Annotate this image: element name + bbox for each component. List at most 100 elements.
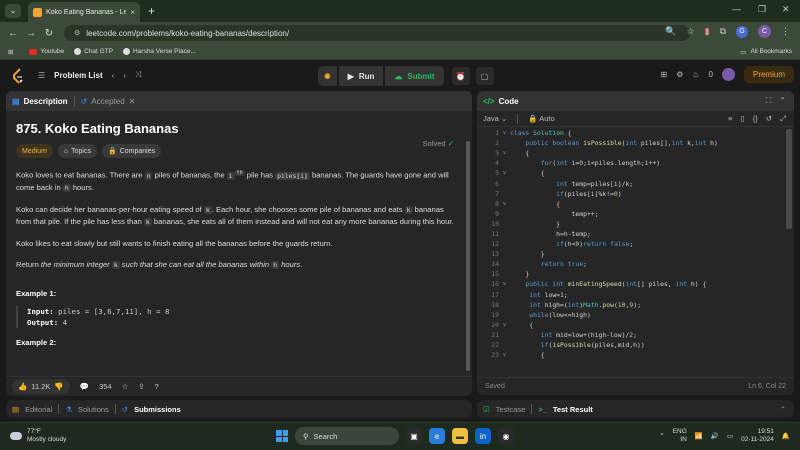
expand-icon[interactable]: ⤢ (780, 114, 786, 124)
file-explorer-icon[interactable]: ▬ (452, 428, 468, 444)
notes-icon[interactable]: ▢ (475, 67, 494, 85)
extension-icon-1[interactable]: ▮ (705, 26, 710, 37)
fold-chevron-icon[interactable]: v (499, 281, 510, 287)
bookmark-harsha[interactable]: Harsha Verse Place... (122, 48, 196, 55)
timer-icon[interactable]: ⏰ (451, 67, 470, 85)
browser-tab-active[interactable]: Koko Eating Bananas - LeetCode × (28, 2, 140, 22)
description-scrollbar[interactable] (466, 141, 470, 371)
reload-icon[interactable]: ↻ (40, 28, 58, 39)
wifi-icon[interactable]: 📶 (695, 432, 703, 440)
browser-menu-icon[interactable]: ⋮ (781, 26, 790, 37)
reset-icon[interactable]: ↺ (766, 114, 772, 124)
code-line[interactable]: 20 v { (477, 320, 794, 330)
code-line[interactable]: 15 } (477, 269, 794, 279)
taskbar-search[interactable]: ⚲ Search (295, 427, 399, 445)
fold-chevron-icon[interactable]: v (499, 130, 510, 136)
bookmark-star-icon[interactable]: ☆ (687, 26, 695, 37)
premium-button[interactable]: Premium (743, 66, 794, 83)
code-line[interactable]: 23 v { (477, 350, 794, 360)
tab-description[interactable]: ▤ Description (12, 97, 68, 106)
weather-widget[interactable]: 77°F Mostly cloudy (10, 428, 66, 444)
expand-chevron-icon[interactable]: ⌃ (780, 405, 786, 414)
code-line[interactable]: 1 v class Solution { (477, 128, 794, 138)
code-line[interactable]: 10 } (477, 219, 794, 229)
fold-chevron-icon[interactable]: v (499, 201, 510, 207)
extensions-puzzle-icon[interactable]: ⧉ (720, 26, 726, 37)
tab-solutions[interactable]: Solutions (78, 405, 109, 414)
tray-chevron-icon[interactable]: ⌃ (659, 432, 664, 440)
code-line[interactable]: 12 if(h<0)return false; (477, 239, 794, 249)
code-line[interactable]: 2 public boolean isPossible(int piles[],… (477, 138, 794, 148)
minimize-icon[interactable]: — (732, 4, 741, 14)
tab-code[interactable]: </> Code (483, 97, 519, 106)
tab-accepted[interactable]: ↺ Accepted ✕ (81, 97, 136, 106)
code-line[interactable]: 11 h=h-temp; (477, 229, 794, 239)
fullscreen-icon[interactable]: ⛶ (766, 96, 772, 106)
difficulty-badge[interactable]: Medium (16, 144, 53, 158)
notifications-bell-icon[interactable]: 🔔 (782, 432, 790, 440)
volume-icon[interactable]: 🔊 (711, 432, 719, 440)
auto-mode-toggle[interactable]: 🔒 Auto (528, 114, 554, 123)
debug-button[interactable]: ✹ (318, 66, 337, 86)
forward-icon[interactable]: → (22, 28, 40, 39)
battery-icon[interactable]: ▭ (727, 432, 733, 440)
code-line[interactable]: 17 int low=1; (477, 290, 794, 300)
run-button[interactable]: ▶ Run (338, 66, 384, 86)
close-window-icon[interactable]: ✕ (782, 4, 790, 15)
thumbs-up-icon[interactable]: 👍 (18, 382, 27, 391)
code-editor[interactable]: 1 v class Solution {2 public boolean isPos… (477, 128, 794, 368)
next-problem-icon[interactable]: › (123, 71, 126, 80)
fold-chevron-icon[interactable]: v (499, 352, 510, 358)
task-view-icon[interactable]: ▣ (406, 428, 422, 444)
code-line[interactable]: 9 temp++; (477, 209, 794, 219)
profile-avatar-icon[interactable]: C (758, 25, 771, 38)
editor-scrollbar[interactable] (786, 129, 792, 229)
language-indicator[interactable]: ENG IN (673, 428, 687, 444)
code-line[interactable]: 7 if(piles[i]%k!=0) (477, 189, 794, 199)
code-line[interactable]: 21 int mid=low+(high-low)/2; (477, 330, 794, 340)
tab-editorial[interactable]: Editorial (25, 405, 52, 414)
prev-problem-icon[interactable]: ‹ (112, 71, 115, 80)
code-line[interactable]: 4 for(int i=0;i<piles.length;i++) (477, 158, 794, 168)
code-line[interactable]: 22 if(isPossible(piles,mid,h)) (477, 340, 794, 350)
streak-fire-icon[interactable]: ♨ (692, 70, 699, 79)
bookmark-icon[interactable]: ▯ (741, 114, 745, 124)
topics-tag[interactable]: ⌂ Topics (57, 144, 97, 158)
code-line[interactable]: 19 while(low<=high) (477, 310, 794, 320)
star-icon[interactable]: ☆ (122, 382, 129, 391)
code-line[interactable]: 3v { (477, 148, 794, 158)
tab-submissions[interactable]: Submissions (134, 405, 181, 414)
code-line[interactable]: 5v { (477, 168, 794, 178)
language-select[interactable]: Java ⌄ (483, 114, 507, 123)
help-icon[interactable]: ? (155, 382, 159, 391)
clock[interactable]: 19:51 02-11-2024 (741, 428, 774, 444)
fold-chevron-icon[interactable]: v (499, 150, 510, 156)
braces-icon[interactable]: {} (753, 114, 758, 124)
url-field[interactable]: ⚙ leetcode.com/problems/koko-eating-bana… (64, 25, 690, 41)
edge-icon[interactable]: e (429, 428, 445, 444)
code-line[interactable]: 18 int high=(int)Math.pow(10,9); (477, 300, 794, 310)
thumbs-down-icon[interactable]: 👎 (54, 382, 63, 391)
code-line[interactable]: 8v { (477, 199, 794, 209)
user-avatar[interactable] (721, 68, 735, 81)
code-line[interactable]: 13 } (477, 249, 794, 259)
bookmark-chatgpt[interactable]: Chat GTP (74, 48, 113, 55)
tab-testcase[interactable]: Testcase (496, 405, 526, 414)
tab-close-icon[interactable]: × (130, 8, 135, 17)
fold-chevron-icon[interactable]: v (499, 322, 510, 328)
leetcode-logo-icon[interactable] (12, 68, 24, 84)
all-bookmarks-button[interactable]: ▭ All Bookmarks (740, 48, 792, 56)
settings-gear-icon[interactable]: ⚙ (676, 70, 683, 79)
companies-tag[interactable]: 🔒 Companies (101, 144, 162, 158)
back-icon[interactable]: ← (4, 28, 22, 39)
code-line[interactable]: 14 return true; (477, 259, 794, 269)
tab-test-result[interactable]: Test Result (553, 405, 593, 414)
tab-search-chevron-icon[interactable]: ⌄ (5, 4, 21, 18)
linkedin-icon[interactable]: in (475, 428, 491, 444)
collapse-icon[interactable]: ⌃ (779, 96, 786, 106)
problem-list-link[interactable]: Problem List (54, 71, 102, 80)
apps-grid-icon[interactable]: ⊞ (8, 48, 13, 56)
share-icon[interactable]: ⇪ (138, 382, 144, 391)
zoom-icon[interactable]: 🔍 (665, 26, 676, 37)
format-icon[interactable]: ≡ (728, 114, 732, 124)
